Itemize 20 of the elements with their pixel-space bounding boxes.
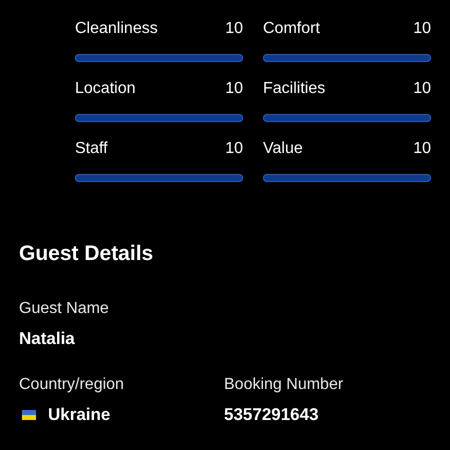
rating-score: 10 — [413, 80, 431, 98]
rating-label: Staff — [75, 140, 108, 158]
rating-label: Comfort — [263, 20, 320, 38]
field-value: Ukraine — [48, 405, 110, 425]
flag-icon — [22, 410, 36, 420]
rating-score: 10 — [225, 20, 243, 38]
rating-score: 10 — [413, 20, 431, 38]
rating-label: Location — [75, 80, 136, 98]
rating-label: Value — [263, 140, 303, 158]
field-label: Booking Number — [224, 376, 344, 394]
rating-label: Cleanliness — [75, 20, 158, 38]
field-label: Guest Name — [19, 300, 110, 318]
rating-score: 10 — [225, 80, 243, 98]
rating-score: 10 — [413, 140, 431, 158]
field-value: 5357291643 — [224, 405, 320, 425]
rating-score: 10 — [225, 140, 243, 158]
field-label: Country/region — [19, 376, 125, 394]
rating-label: Facilities — [263, 80, 326, 98]
field-value: Natalia — [19, 329, 76, 349]
section-title: Guest Details — [19, 242, 154, 266]
